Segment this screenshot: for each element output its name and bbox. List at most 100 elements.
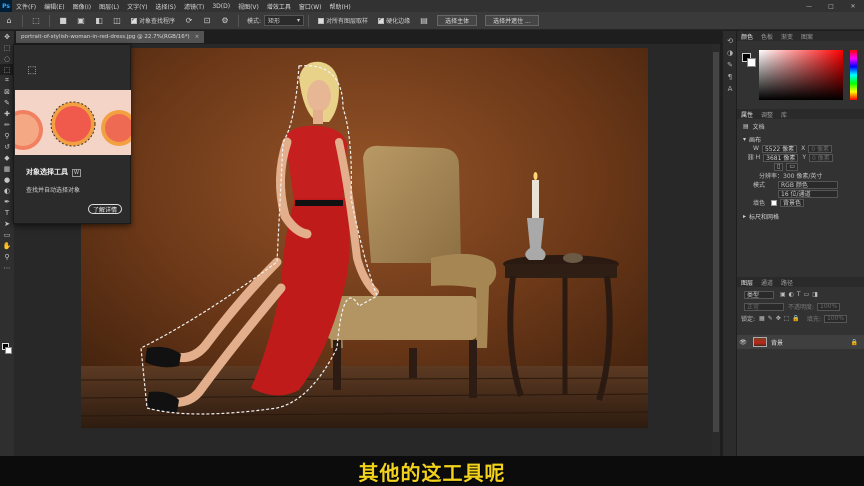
menu-view[interactable]: 视图(V)	[234, 2, 263, 11]
link-icon[interactable]: ⛓	[747, 154, 755, 161]
checkbox-checked-icon	[131, 16, 137, 24]
opacity-field[interactable]: 100%	[817, 302, 841, 311]
refresh-icon[interactable]: ⟳	[183, 15, 195, 27]
gear-icon[interactable]: ⚙	[219, 15, 231, 27]
document-tab[interactable]: portrait-of-stylish-woman-in-red-dress.j…	[16, 31, 205, 43]
brush-tool-icon[interactable]: ✏	[0, 119, 14, 130]
eraser-tool-icon[interactable]: ◆	[0, 152, 14, 163]
tab-channels[interactable]: 通道	[757, 278, 777, 287]
add-selection-icon[interactable]: ▣	[75, 15, 87, 27]
object-selection-tool-icon[interactable]: ⬚	[0, 64, 14, 75]
tab-adjustments[interactable]: 调整	[757, 110, 777, 119]
mode-dropdown[interactable]: 矩形 ▾	[264, 15, 305, 26]
brush-panel-icon[interactable]: ✎	[723, 59, 737, 71]
tab-gradients[interactable]: 渐变	[777, 32, 797, 41]
paragraph-panel-icon[interactable]: ¶	[723, 71, 737, 83]
tab-layers[interactable]: 图层	[737, 278, 757, 287]
portrait-icon[interactable]: ▯	[774, 162, 784, 171]
color-mode-dropdown[interactable]: RGB 颜色	[778, 180, 838, 189]
menu-type[interactable]: 文字(Y)	[123, 2, 151, 11]
object-finder-checkbox[interactable]: 对象查找程序	[131, 16, 175, 25]
menu-filter[interactable]: 滤镜(T)	[180, 2, 208, 11]
height-field[interactable]: 3681 像素	[763, 153, 799, 162]
tab-swatches[interactable]: 色板	[757, 32, 777, 41]
frame-tool-icon[interactable]: ⊠	[0, 86, 14, 97]
menu-file[interactable]: 文件(F)	[12, 2, 40, 11]
visibility-eye-icon[interactable]: 👁	[737, 339, 749, 346]
blend-mode-dropdown[interactable]: 正常	[744, 302, 784, 311]
scrollbar-thumb[interactable]	[713, 52, 719, 432]
canvas-section-header[interactable]: ▾ 画布	[737, 135, 864, 144]
menu-layer[interactable]: 图层(L)	[95, 2, 123, 11]
more-tools-icon[interactable]: ⋯	[0, 262, 14, 273]
dodge-tool-icon[interactable]: ◐	[0, 185, 14, 196]
menu-window[interactable]: 窗口(W)	[295, 2, 326, 11]
close-window-button[interactable]: ✕	[842, 0, 864, 12]
tab-properties[interactable]: 属性	[737, 110, 757, 119]
adjustments-panel-icon[interactable]: ◑	[723, 47, 737, 59]
marquee-tool-icon[interactable]: ⬚	[0, 42, 14, 53]
rectangle-tool-icon[interactable]: ▭	[0, 229, 14, 240]
gradient-tool-icon[interactable]: ▦	[0, 163, 14, 174]
history-panel-icon[interactable]: ⟲	[723, 35, 737, 47]
filter-icons[interactable]: ▣◐T▭◨	[780, 291, 821, 298]
bit-depth-dropdown[interactable]: 16 位/通道	[778, 189, 838, 198]
color-picker-field[interactable]	[759, 50, 843, 100]
learn-more-button[interactable]: 了解详情	[88, 204, 123, 214]
blur-tool-icon[interactable]: ●	[0, 174, 14, 185]
lock-icons[interactable]: ▦✎✥⬚🔒	[759, 315, 803, 322]
menu-edit[interactable]: 编辑(E)	[40, 2, 68, 11]
fill-dropdown[interactable]: 背景色	[780, 198, 805, 207]
x-field[interactable]: 0 像素	[808, 144, 832, 153]
move-tool-icon[interactable]: ✥	[0, 31, 14, 42]
history-brush-icon[interactable]: ↺	[0, 141, 14, 152]
new-selection-icon[interactable]: ■	[57, 15, 69, 27]
menu-select[interactable]: 选择(S)	[151, 2, 180, 11]
eyedropper-tool-icon[interactable]: ✎	[0, 97, 14, 108]
home-icon[interactable]: ⌂	[3, 15, 15, 27]
rulers-section-header[interactable]: ▸ 标尺和网格	[737, 212, 864, 221]
layer-kind-dropdown[interactable]: 类型	[744, 290, 774, 299]
brush-settings-icon[interactable]: ▤	[418, 15, 430, 27]
background-color-chip[interactable]	[747, 58, 756, 67]
select-subject-button[interactable]: 选择主体	[437, 15, 478, 26]
select-and-mask-button[interactable]: 选择并遮住 ...	[485, 15, 539, 26]
object-selection-tool-icon[interactable]: ⬚	[30, 15, 42, 27]
crop-tool-icon[interactable]: ⌗	[0, 75, 14, 86]
character-panel-icon[interactable]: A	[723, 83, 737, 95]
pen-tool-icon[interactable]: ✒	[0, 196, 14, 207]
show-all-objects-icon[interactable]: ⊡	[201, 15, 213, 27]
zoom-tool-icon[interactable]: ⚲	[0, 251, 14, 262]
minimize-button[interactable]: —	[798, 0, 820, 12]
fill2-field[interactable]: 100%	[823, 314, 848, 323]
sample-all-layers-checkbox[interactable]: 对所有图层取样	[318, 16, 368, 25]
menu-help[interactable]: 帮助(H)	[326, 2, 355, 11]
hand-tool-icon[interactable]: ✋	[0, 240, 14, 251]
maximize-button[interactable]: □	[820, 0, 842, 12]
close-icon[interactable]: ×	[195, 34, 200, 40]
clone-stamp-icon[interactable]: ⚲	[0, 130, 14, 141]
menu-3d[interactable]: 3D(D)	[208, 3, 234, 10]
vertical-scrollbar[interactable]	[712, 44, 720, 456]
background-color-swatch[interactable]	[5, 347, 12, 354]
layer-row-background[interactable]: 👁 背景 🔒	[737, 335, 864, 349]
menu-image[interactable]: 图像(I)	[69, 2, 95, 11]
path-selection-icon[interactable]: ➤	[0, 218, 14, 229]
y-field[interactable]: 0 像素	[809, 153, 833, 162]
tab-color[interactable]: 颜色	[737, 32, 757, 41]
healing-brush-icon[interactable]: ✚	[0, 108, 14, 119]
tab-patterns[interactable]: 图案	[797, 32, 817, 41]
menu-plugins[interactable]: 增效工具	[263, 2, 295, 11]
tab-libraries[interactable]: 库	[777, 110, 791, 119]
document-image[interactable]	[81, 48, 648, 428]
type-tool-icon[interactable]: T	[0, 207, 14, 218]
lasso-tool-icon[interactable]: ◌	[0, 53, 14, 64]
width-field[interactable]: 5522 像素	[761, 144, 798, 153]
tab-paths[interactable]: 路径	[777, 278, 797, 287]
hue-slider[interactable]	[850, 50, 857, 100]
fill-swatch[interactable]	[771, 199, 777, 206]
landscape-icon[interactable]: ▭	[786, 162, 798, 171]
enhance-edge-checkbox[interactable]: 硬化边缘	[378, 16, 410, 25]
subtract-selection-icon[interactable]: ◧	[93, 15, 105, 27]
intersect-selection-icon[interactable]: ◫	[111, 15, 123, 27]
